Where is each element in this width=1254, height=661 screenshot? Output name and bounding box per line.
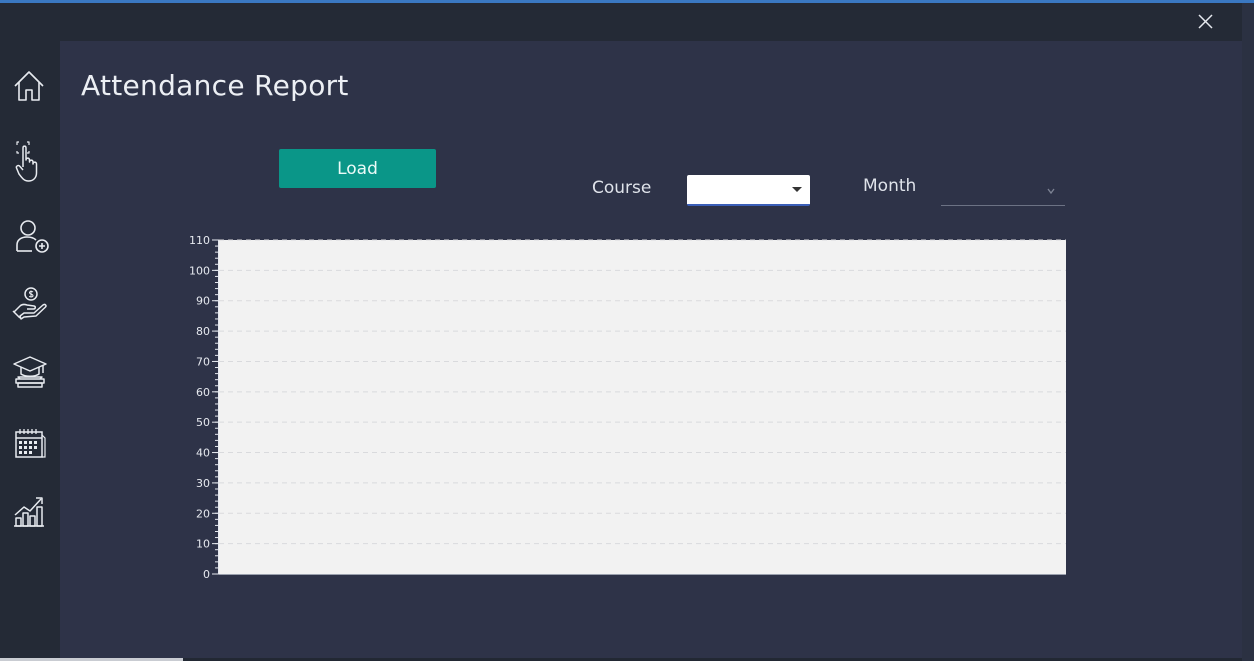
sidebar-item-attendance[interactable] [10,137,50,182]
home-icon [14,71,44,101]
month-dropdown[interactable] [941,175,1065,206]
calendar-icon [15,429,46,458]
close-button[interactable] [1190,6,1220,36]
sidebar-item-reports[interactable] [10,491,50,531]
sidebar [0,41,60,661]
sidebar-item-fees[interactable] [10,284,50,324]
touch-icon [15,141,38,182]
month-label: Month [863,176,917,196]
money-hand-icon [12,287,47,320]
window-edge [1242,3,1254,661]
graduation-cap-icon [13,356,47,388]
sidebar-item-calendar[interactable] [10,423,50,463]
sidebar-item-courses[interactable] [10,352,50,392]
sidebar-item-home[interactable] [10,66,50,106]
chart-icon [14,497,44,527]
load-button[interactable]: Load [279,149,436,188]
sidebar-item-add-student[interactable] [10,216,50,256]
dropdown-arrow-icon [792,187,802,192]
course-dropdown[interactable] [687,175,810,206]
close-icon [1198,14,1213,29]
chevron-down-icon [1047,188,1055,195]
title-bar [0,3,1242,41]
main-panel: Attendance Report Load Course Month [60,41,1242,658]
course-label: Course [592,178,652,198]
add-user-icon [16,220,49,253]
page-title: Attendance Report [81,69,349,102]
